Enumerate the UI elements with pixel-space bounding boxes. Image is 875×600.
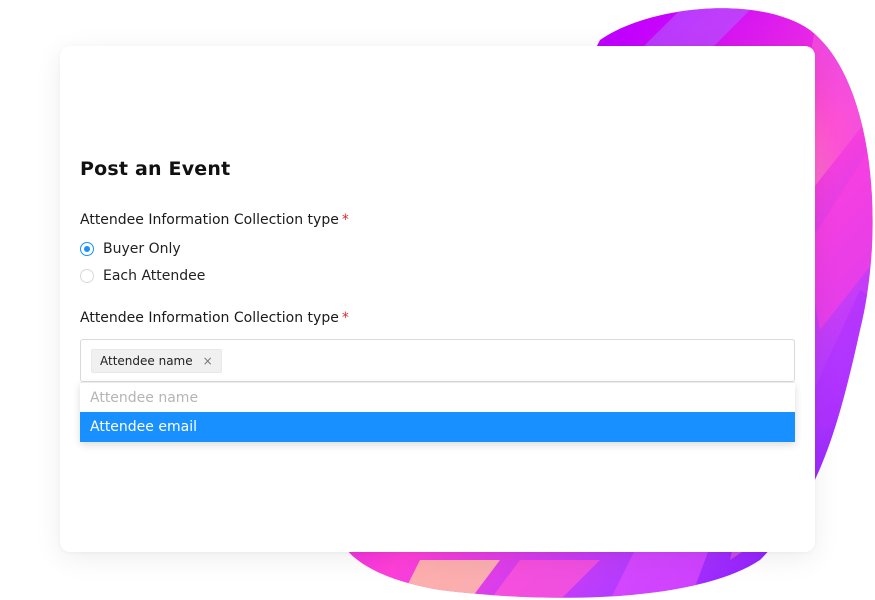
radio-unchecked-icon[interactable] — [80, 269, 94, 283]
dropdown-option-attendee-name[interactable]: Attendee name — [80, 382, 795, 412]
event-form-card: Post an Event Attendee Information Colle… — [60, 46, 815, 552]
field-label-text: Attendee Information Collection type — [80, 212, 339, 228]
close-icon[interactable]: × — [203, 354, 213, 368]
collection-type-label-1: Attendee Information Collection type * — [80, 212, 349, 228]
radio-each-attendee[interactable]: Each Attendee — [80, 268, 205, 284]
attendee-fields-multiselect[interactable]: Attendee name × — [80, 339, 795, 382]
radio-label: Buyer Only — [103, 241, 181, 257]
collection-type-label-2: Attendee Information Collection type * — [80, 310, 349, 326]
selected-tag-attendee-name: Attendee name × — [91, 349, 222, 373]
radio-checked-icon[interactable] — [80, 242, 94, 256]
radio-buyer-only[interactable]: Buyer Only — [80, 241, 181, 257]
required-asterisk: * — [341, 310, 349, 326]
page-title: Post an Event — [80, 158, 231, 180]
radio-label: Each Attendee — [103, 268, 206, 284]
field-label-text: Attendee Information Collection type — [80, 310, 339, 326]
dropdown-option-attendee-email[interactable]: Attendee email — [80, 412, 795, 442]
required-asterisk: * — [341, 212, 349, 228]
tag-label: Attendee name — [100, 354, 193, 368]
select-dropdown-menu: Attendee name Attendee email — [80, 382, 795, 442]
